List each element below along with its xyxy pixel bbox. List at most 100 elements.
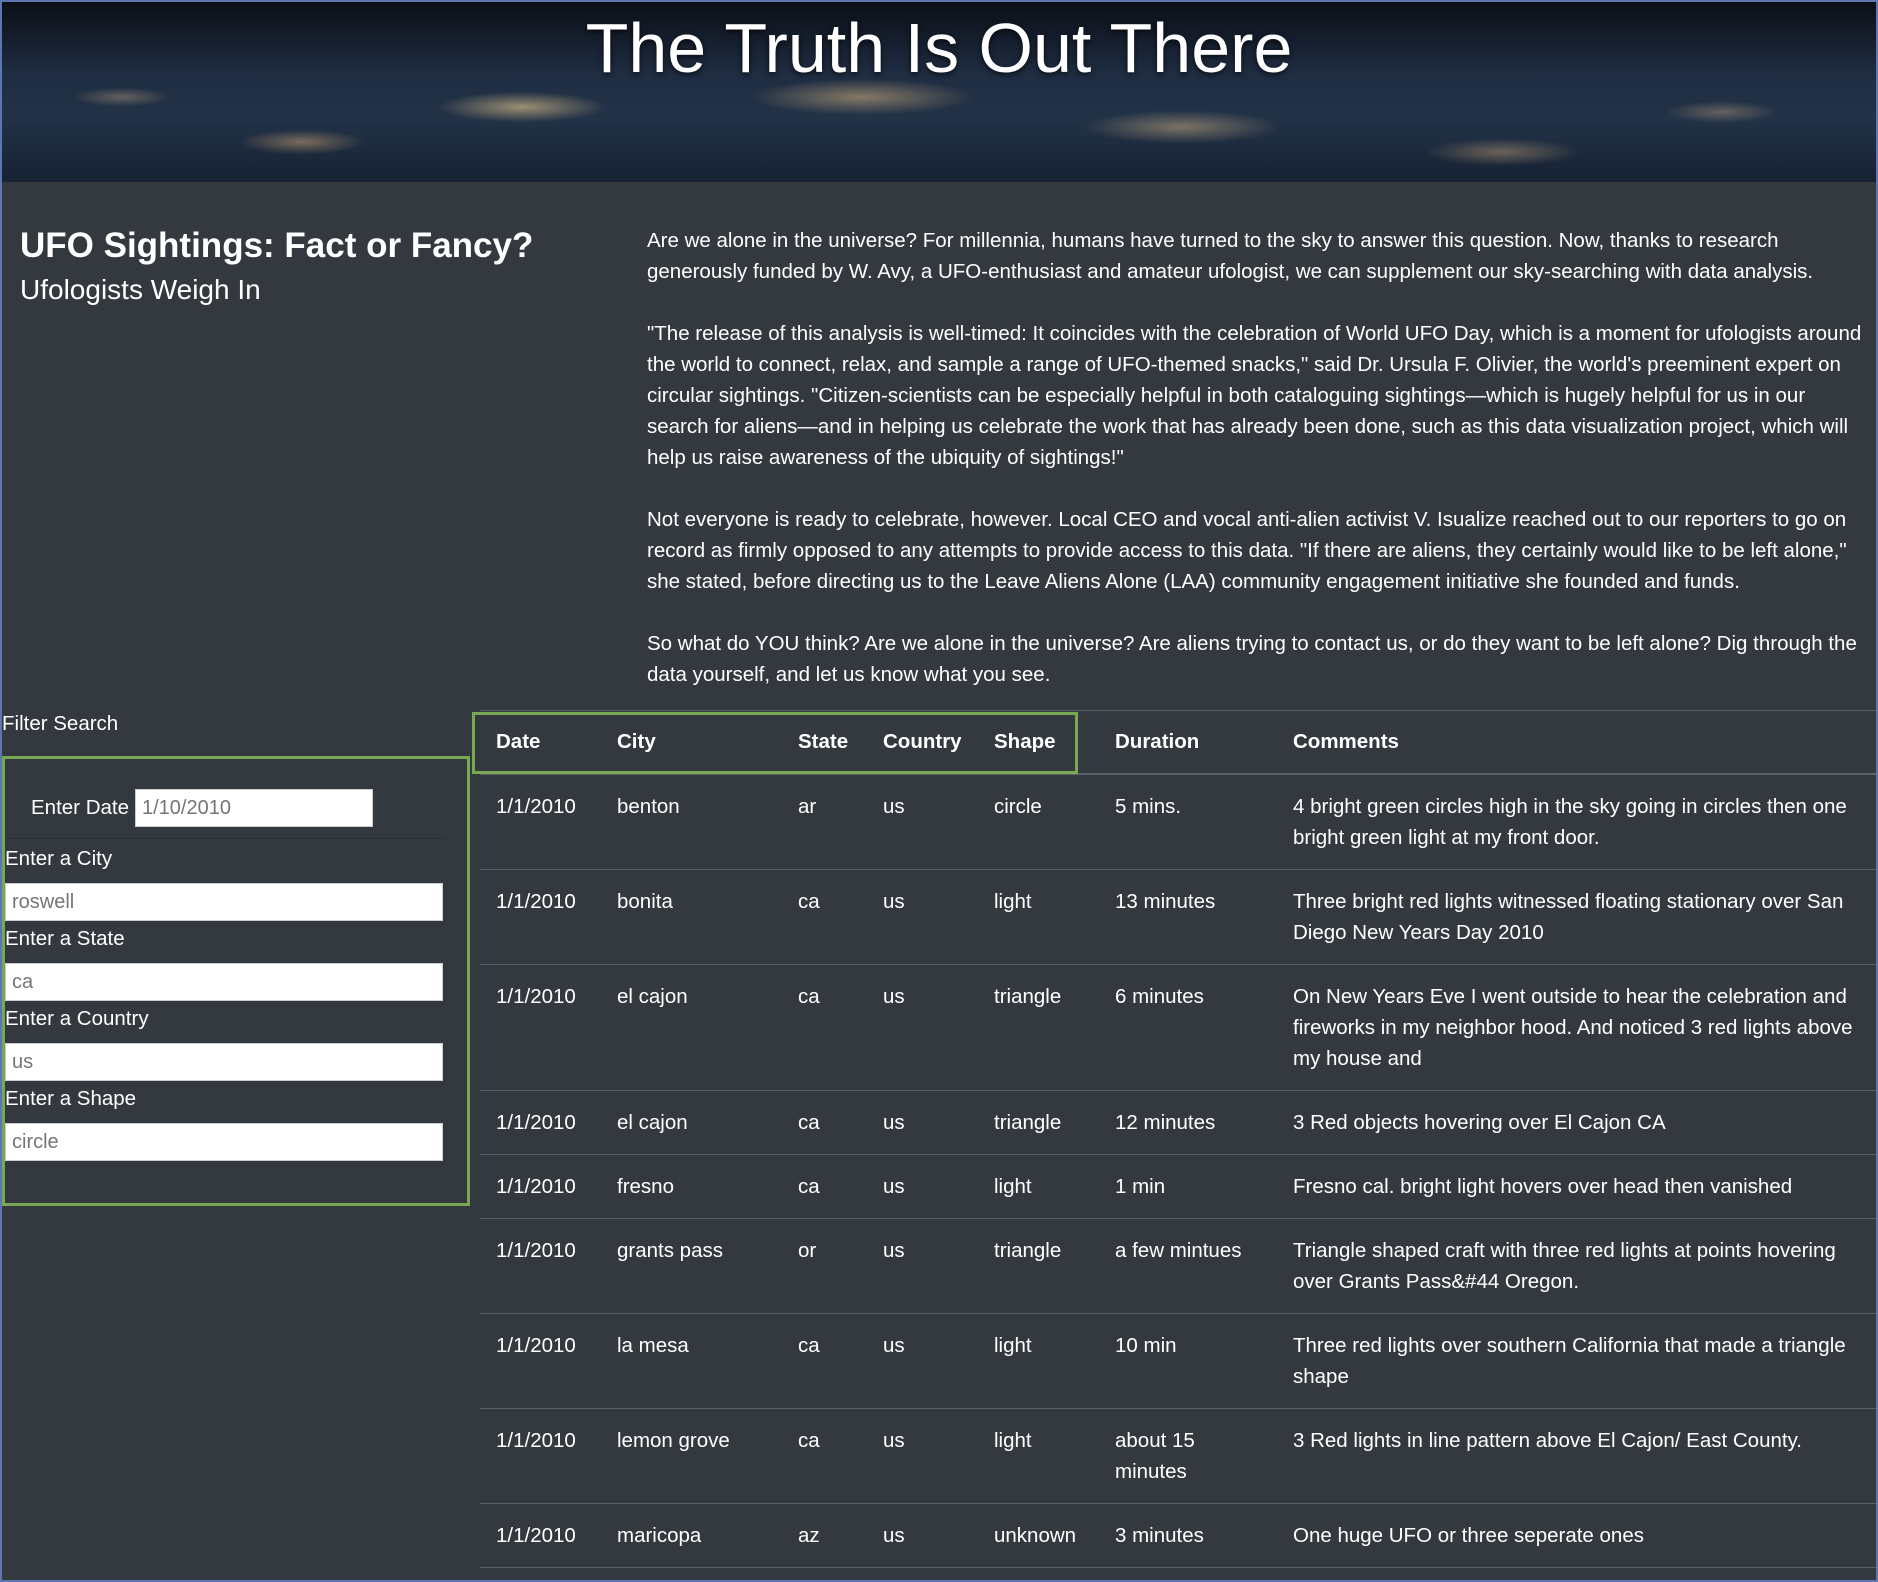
- hero-banner: The Truth Is Out There: [2, 2, 1876, 182]
- intro-paragraph: So what do YOU think? Are we alone in th…: [647, 632, 1857, 686]
- cell-date: 1/1/2010: [480, 964, 601, 1091]
- table-row: 1/1/2010 grants pass or us triangle a few min…: [480, 1218, 1876, 1314]
- cell-comments: One huge UFO or three seperate ones: [1277, 1503, 1876, 1568]
- cell-state: ca: [782, 1154, 867, 1219]
- column-header-country: Country: [867, 710, 978, 775]
- cell-duration: 13 minutes: [1099, 869, 1277, 965]
- cell-shape: light: [978, 1408, 1099, 1504]
- column-header-comments: Comments: [1277, 710, 1876, 775]
- country-label: Enter a Country: [5, 1007, 149, 1030]
- cell-city: fresno: [601, 1154, 782, 1219]
- cell-state: ca: [782, 1408, 867, 1504]
- cell-state: ca: [782, 1090, 867, 1155]
- cell-city: benton: [601, 774, 782, 870]
- banner-title: The Truth Is Out There: [585, 9, 1293, 87]
- table-row: 1/1/2010 el cajon ca us triangle 6 minutes On …: [480, 964, 1876, 1091]
- cell-city: maricopa: [601, 1503, 782, 1568]
- cell-comments: 3 Red lights in line pattern above El Ca…: [1277, 1408, 1876, 1504]
- cell-comments: On New Years Eve I went outside to hear …: [1277, 964, 1876, 1091]
- cell-country: us: [867, 869, 978, 965]
- cell-shape: light: [978, 869, 1099, 965]
- table-row: 1/1/2010 la mesa ca us light 10 min Three red …: [480, 1313, 1876, 1409]
- page-heading: UFO Sightings: Fact or Fancy? Ufologists…: [20, 222, 533, 310]
- intro-paragraph: "The release of this analysis is well-ti…: [647, 322, 1862, 469]
- cell-duration: about 15 minutes: [1099, 1408, 1277, 1504]
- filter-panel: Enter Date Enter a City Enter a State En…: [2, 756, 470, 1206]
- table-row: 1/1/2010 benton ar us circle 5 mins. 4 bright …: [480, 774, 1876, 870]
- cell-country: us: [867, 1218, 978, 1314]
- cell-date: 1/1/2010: [480, 1090, 601, 1155]
- table-row: 1/1/2010 maricopa az us unknown 3 minutes One …: [480, 1503, 1876, 1568]
- column-header-shape: Shape: [978, 710, 1099, 775]
- cell-comments: 4 bright green circles high in the sky g…: [1277, 774, 1876, 870]
- table-header-row: Date City State Country Shape Duration C…: [480, 710, 1876, 775]
- cell-shape: light: [978, 1313, 1099, 1409]
- cell-duration: 5 mins.: [1099, 774, 1277, 870]
- column-header-date: Date: [480, 710, 601, 775]
- cell-comments: 3 Red objects hovering over El Cajon CA: [1277, 1090, 1876, 1155]
- state-input[interactable]: [5, 963, 443, 1001]
- intro-paragraph: Not everyone is ready to celebrate, howe…: [647, 508, 1847, 593]
- date-label: Enter Date: [31, 796, 129, 819]
- cell-country: us: [867, 964, 978, 1091]
- cell-date: 1/1/2010: [480, 1503, 601, 1568]
- cell-shape: circle: [978, 774, 1099, 870]
- intro-paragraph: Are we alone in the universe? For millen…: [647, 229, 1814, 283]
- city-input[interactable]: [5, 883, 443, 921]
- ufo-table-container: Date City State Country Shape Duration C…: [480, 710, 1876, 1568]
- cell-state: ca: [782, 964, 867, 1091]
- cell-comments: Three red lights over southern Californi…: [1277, 1313, 1876, 1409]
- filter-search-heading: Filter Search: [2, 712, 119, 735]
- intro-article: Are we alone in the universe? For millen…: [647, 225, 1867, 721]
- cell-state: ca: [782, 1313, 867, 1409]
- shape-label: Enter a Shape: [5, 1087, 137, 1110]
- state-label: Enter a State: [5, 927, 125, 950]
- date-filter-row: Enter Date: [9, 778, 445, 839]
- cell-country: us: [867, 1313, 978, 1409]
- cell-duration: 6 minutes: [1099, 964, 1277, 1091]
- table-row: 1/1/2010 fresno ca us light 1 min Fresno cal. …: [480, 1154, 1876, 1219]
- cell-date: 1/1/2010: [480, 1218, 601, 1314]
- cell-duration: 3 minutes: [1099, 1503, 1277, 1568]
- cell-duration: 1 min: [1099, 1154, 1277, 1219]
- cell-shape: unknown: [978, 1503, 1099, 1568]
- cell-date: 1/1/2010: [480, 1313, 601, 1409]
- shape-input[interactable]: [5, 1123, 443, 1161]
- country-input[interactable]: [5, 1043, 443, 1081]
- page-subtitle: Ufologists Weigh In: [20, 274, 261, 305]
- date-input[interactable]: [135, 789, 373, 827]
- cell-shape: triangle: [978, 964, 1099, 1091]
- cell-comments: Three bright red lights witnessed floati…: [1277, 869, 1876, 965]
- cell-city: el cajon: [601, 1090, 782, 1155]
- cell-shape: light: [978, 1154, 1099, 1219]
- cell-state: ca: [782, 869, 867, 965]
- cell-city: bonita: [601, 869, 782, 965]
- column-header-state: State: [782, 710, 867, 775]
- cell-shape: triangle: [978, 1218, 1099, 1314]
- cell-city: lemon grove: [601, 1408, 782, 1504]
- table-row: 1/1/2010 lemon grove ca us light about 15 min…: [480, 1408, 1876, 1504]
- cell-comments: Triangle shaped craft with three red lig…: [1277, 1218, 1876, 1314]
- cell-country: us: [867, 1503, 978, 1568]
- cell-date: 1/1/2010: [480, 869, 601, 965]
- city-label: Enter a City: [5, 847, 113, 870]
- cell-city: la mesa: [601, 1313, 782, 1409]
- cell-city: grants pass: [601, 1218, 782, 1314]
- cell-city: el cajon: [601, 964, 782, 1091]
- column-header-city: City: [601, 710, 782, 775]
- cell-date: 1/1/2010: [480, 774, 601, 870]
- cell-country: us: [867, 1154, 978, 1219]
- page-title: UFO Sightings: Fact or Fancy?: [20, 226, 534, 265]
- cell-duration: 12 minutes: [1099, 1090, 1277, 1155]
- cell-duration: a few mintues: [1099, 1218, 1277, 1314]
- cell-country: us: [867, 1090, 978, 1155]
- table-row: 1/1/2010 el cajon ca us triangle 12 minutes 3 …: [480, 1090, 1876, 1155]
- cell-duration: 10 min: [1099, 1313, 1277, 1409]
- table-row: 1/1/2010 bonita ca us light 13 minutes Three b…: [480, 869, 1876, 965]
- cell-state: or: [782, 1218, 867, 1314]
- cell-state: az: [782, 1503, 867, 1568]
- cell-date: 1/1/2010: [480, 1154, 601, 1219]
- cell-country: us: [867, 1408, 978, 1504]
- cell-state: ar: [782, 774, 867, 870]
- cell-country: us: [867, 774, 978, 870]
